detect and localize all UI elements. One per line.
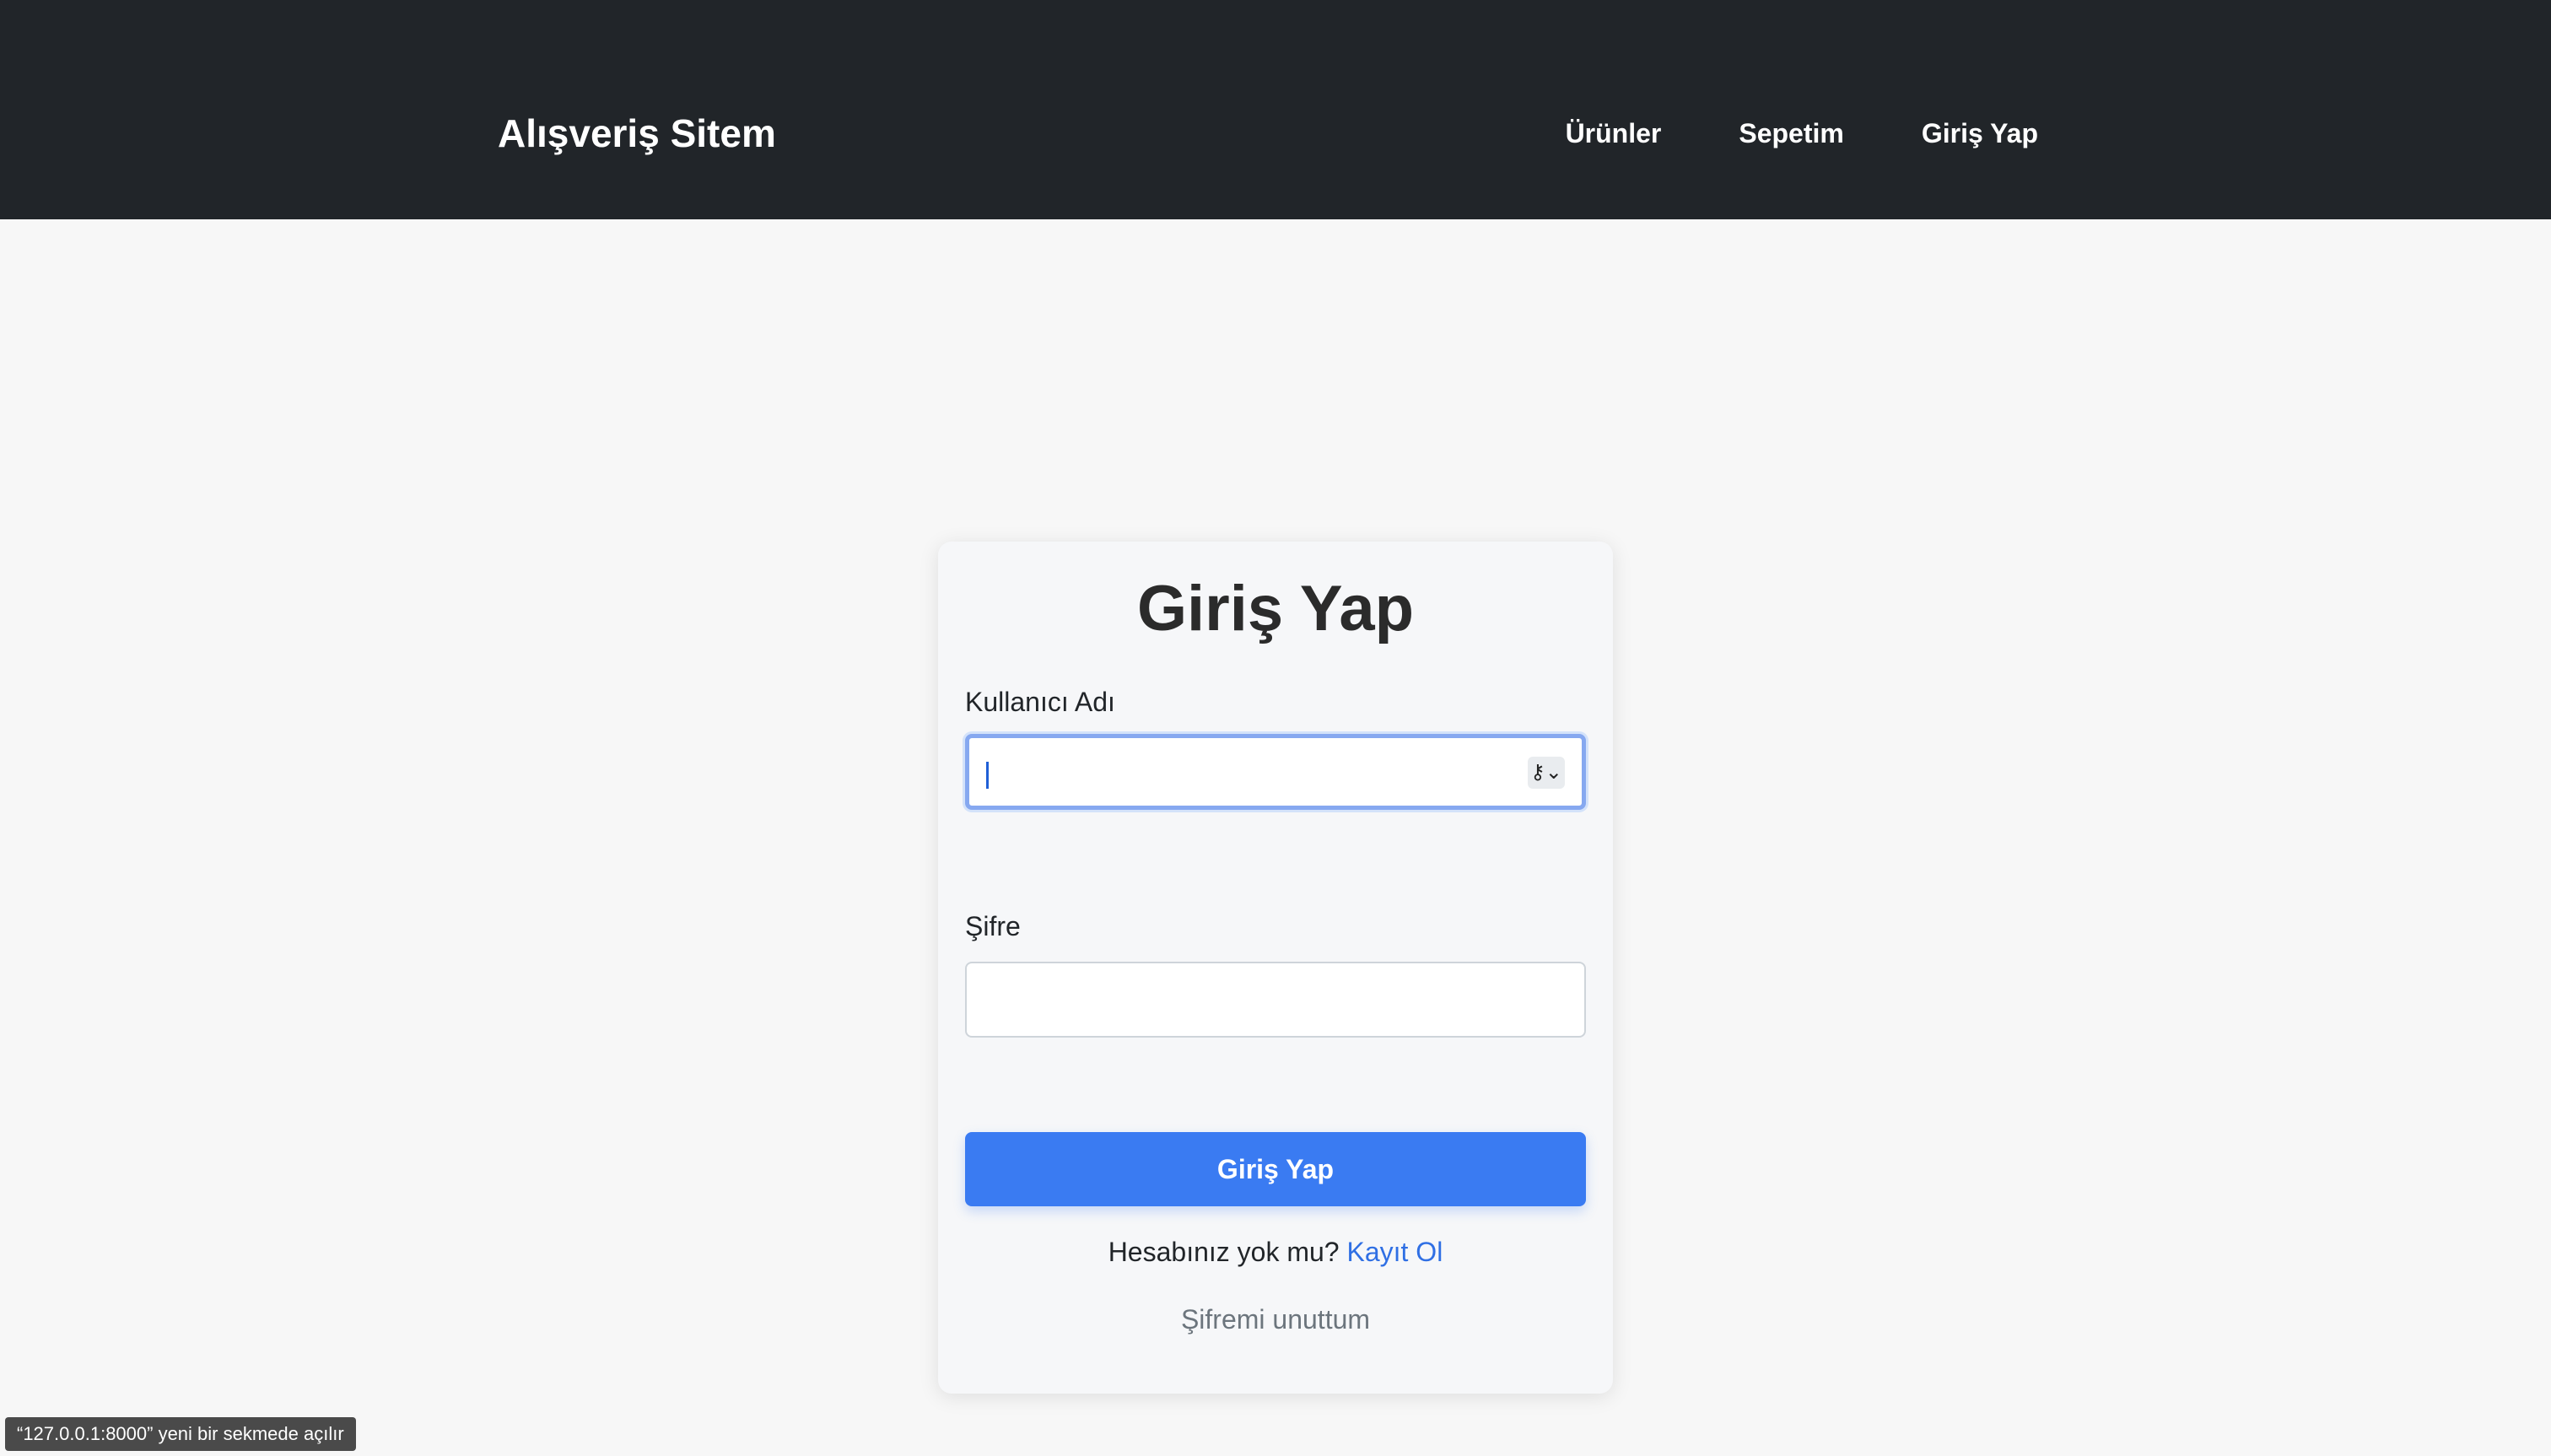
nav-link-sepetim[interactable]: Sepetim: [1739, 118, 1843, 149]
login-button[interactable]: Giriş Yap: [965, 1132, 1586, 1206]
nav-links: Ürünler Sepetim Giriş Yap: [1566, 103, 2038, 164]
signup-link[interactable]: Kayıt Ol: [1346, 1237, 1443, 1267]
forgot-password-link[interactable]: Şifremi unuttum: [938, 1301, 1613, 1338]
page-title: Giriş Yap: [1136, 573, 1415, 644]
navbar: Alışveriş Sitem Ürünler Sepetim Giriş Ya…: [0, 0, 2551, 219]
key-icon[interactable]: ⚷⌄: [1528, 757, 1565, 789]
brand-logo[interactable]: Alışveriş Sitem: [498, 103, 776, 164]
text-caret: [986, 762, 989, 789]
username-label: Kullanıcı Adı: [965, 687, 1115, 717]
status-tooltip: “127.0.0.1:8000” yeni bir sekmede açılır: [5, 1417, 356, 1451]
username-field[interactable]: ⚷⌄: [965, 734, 1586, 810]
nav-link-giris-yap[interactable]: Giriş Yap: [1922, 118, 2038, 149]
password-label: Şifre: [965, 911, 1021, 941]
password-field[interactable]: [965, 962, 1586, 1038]
signup-prompt: Hesabınız yok mu?: [1108, 1237, 1340, 1267]
signup-line: Hesabınız yok mu? Kayıt Ol: [938, 1233, 1613, 1270]
nav-link-urunler[interactable]: Ürünler: [1566, 118, 1662, 149]
